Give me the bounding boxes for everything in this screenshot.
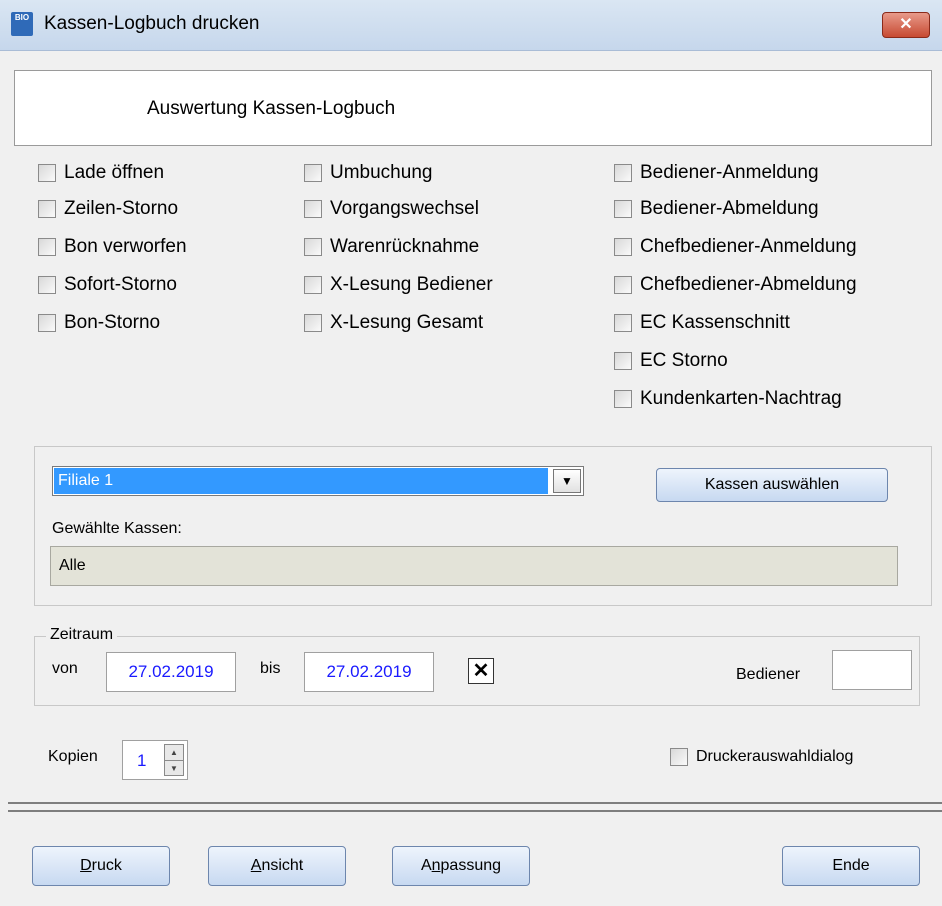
header-box: Auswertung Kassen-Logbuch: [14, 70, 932, 146]
checkbox-label: Umbuchung: [330, 162, 433, 183]
select-registers-button[interactable]: Kassen auswählen: [656, 468, 888, 502]
to-label: bis: [260, 660, 281, 677]
spinner-down-icon[interactable]: ▼: [165, 761, 183, 776]
checkbox-box[interactable]: [614, 276, 632, 294]
checkbox-druckerauswahldialog[interactable]: Druckerauswahldialog: [670, 748, 853, 766]
checkbox-label: Bediener-Anmeldung: [640, 162, 819, 183]
checkbox-bon-storno[interactable]: Bon-Storno: [38, 312, 160, 334]
adjust-label-rest: passung: [440, 857, 502, 874]
checkbox-box[interactable]: [670, 748, 688, 766]
checkbox-label: Chefbediener-Anmeldung: [640, 236, 857, 257]
print-button[interactable]: Druck: [32, 846, 170, 886]
checkbox-zeilen-storno[interactable]: Zeilen-Storno: [38, 198, 178, 220]
chosen-registers-label: Gewählte Kassen:: [52, 520, 182, 537]
header-title: Auswertung Kassen-Logbuch: [147, 98, 396, 119]
checkbox-label: Druckerauswahldialog: [696, 748, 854, 765]
print-dialog-window: BIO Kassen-Logbuch drucken ✕ Auswertung …: [0, 0, 942, 906]
view-mnemonic: A: [250, 857, 262, 874]
checkbox-box[interactable]: [304, 164, 322, 182]
checkbox-label: Kundenkarten-Nachtrag: [640, 388, 842, 409]
checkbox-box[interactable]: [304, 238, 322, 256]
checkbox-box[interactable]: [38, 238, 56, 256]
checkbox-box[interactable]: [614, 238, 632, 256]
checkbox-box[interactable]: [614, 200, 632, 218]
checkbox-box[interactable]: [614, 314, 632, 332]
chevron-down-icon[interactable]: ▼: [553, 469, 581, 493]
copies-value: 1: [137, 751, 147, 770]
chosen-registers-field: Alle: [50, 546, 898, 586]
clear-date-checkbox-icon[interactable]: ✕: [468, 658, 494, 684]
checkbox-box[interactable]: [614, 390, 632, 408]
checkbox-box[interactable]: [38, 276, 56, 294]
checkbox-chefbediener-anmeldung[interactable]: Chefbediener-Anmeldung: [614, 236, 857, 258]
from-date-input[interactable]: 27.02.2019: [106, 652, 236, 692]
view-button[interactable]: Ansicht: [208, 846, 346, 886]
checkbox-ec-kassenschnitt[interactable]: EC Kassenschnitt: [614, 312, 790, 334]
checkbox-ec-storno[interactable]: EC Storno: [614, 350, 728, 372]
checkbox-box[interactable]: [304, 276, 322, 294]
branch-select[interactable]: Filiale 1 ▼: [52, 466, 584, 496]
checkbox-umbuchung[interactable]: Umbuchung: [304, 162, 432, 184]
checkbox-label: EC Kassenschnitt: [640, 312, 790, 333]
checkbox-label: EC Storno: [640, 350, 728, 371]
checkbox-label: Lade öffnen: [64, 162, 165, 183]
checkbox-box[interactable]: [614, 164, 632, 182]
separator-line: [8, 810, 942, 812]
checkbox-lade-oeffnen[interactable]: Lade öffnen: [38, 162, 164, 184]
adjust-button[interactable]: Anpassung: [392, 846, 530, 886]
branch-select-value: Filiale 1: [54, 468, 548, 494]
checkbox-box[interactable]: [304, 200, 322, 218]
app-icon: BIO: [11, 12, 33, 36]
checkbox-bediener-abmeldung[interactable]: Bediener-Abmeldung: [614, 198, 819, 220]
separator-line: [8, 802, 942, 804]
checkbox-box[interactable]: [38, 314, 56, 332]
copies-spinner[interactable]: 1 ▲ ▼: [122, 740, 188, 780]
close-button[interactable]: ✕: [882, 12, 930, 38]
checkbox-label: Zeilen-Storno: [64, 198, 179, 219]
checkbox-bediener-anmeldung[interactable]: Bediener-Anmeldung: [614, 162, 819, 184]
print-mnemonic: D: [80, 857, 92, 874]
title-bar: BIO Kassen-Logbuch drucken ✕: [0, 0, 942, 51]
checkbox-label: Warenrücknahme: [330, 236, 480, 257]
window-title: Kassen-Logbuch drucken: [44, 13, 260, 34]
view-label-rest: nsicht: [261, 857, 304, 874]
print-label-rest: ruck: [91, 857, 122, 874]
checkbox-label: X-Lesung Gesamt: [330, 312, 484, 333]
end-button[interactable]: Ende: [782, 846, 920, 886]
copies-label: Kopien: [48, 748, 98, 765]
checkbox-label: Bon-Storno: [64, 312, 161, 333]
checkbox-x-lesung-gesamt[interactable]: X-Lesung Gesamt: [304, 312, 483, 334]
checkbox-label: Sofort-Storno: [64, 274, 177, 295]
period-legend: Zeitraum: [46, 626, 118, 644]
adjust-mnemonic: n: [431, 857, 441, 874]
checkbox-box[interactable]: [614, 352, 632, 370]
checkbox-label: Vorgangswechsel: [330, 198, 479, 219]
checkbox-box[interactable]: [38, 200, 56, 218]
checkbox-bon-verworfen[interactable]: Bon verworfen: [38, 236, 187, 258]
checkbox-sofort-storno[interactable]: Sofort-Storno: [38, 274, 177, 296]
checkbox-label: Chefbediener-Abmeldung: [640, 274, 857, 295]
to-date-input[interactable]: 27.02.2019: [304, 652, 434, 692]
checkbox-label: Bon verworfen: [64, 236, 187, 257]
adjust-label-pre: A: [420, 857, 432, 874]
operator-input[interactable]: [832, 650, 912, 690]
checkbox-box[interactable]: [304, 314, 322, 332]
checkbox-vorgangswechsel[interactable]: Vorgangswechsel: [304, 198, 479, 220]
checkbox-label: X-Lesung Bediener: [330, 274, 493, 295]
checkbox-chefbediener-abmeldung[interactable]: Chefbediener-Abmeldung: [614, 274, 857, 296]
spinner-buttons: ▲ ▼: [164, 744, 184, 776]
spinner-up-icon[interactable]: ▲: [165, 745, 183, 761]
from-label: von: [52, 660, 78, 677]
checkbox-x-lesung-bediener[interactable]: X-Lesung Bediener: [304, 274, 493, 296]
checkbox-label: Bediener-Abmeldung: [640, 198, 819, 219]
checkbox-box[interactable]: [38, 164, 56, 182]
checkbox-kundenkarten-nachtrag[interactable]: Kundenkarten-Nachtrag: [614, 388, 842, 410]
operator-label: Bediener: [736, 666, 801, 683]
checkbox-warenruecknahme[interactable]: Warenrücknahme: [304, 236, 479, 258]
